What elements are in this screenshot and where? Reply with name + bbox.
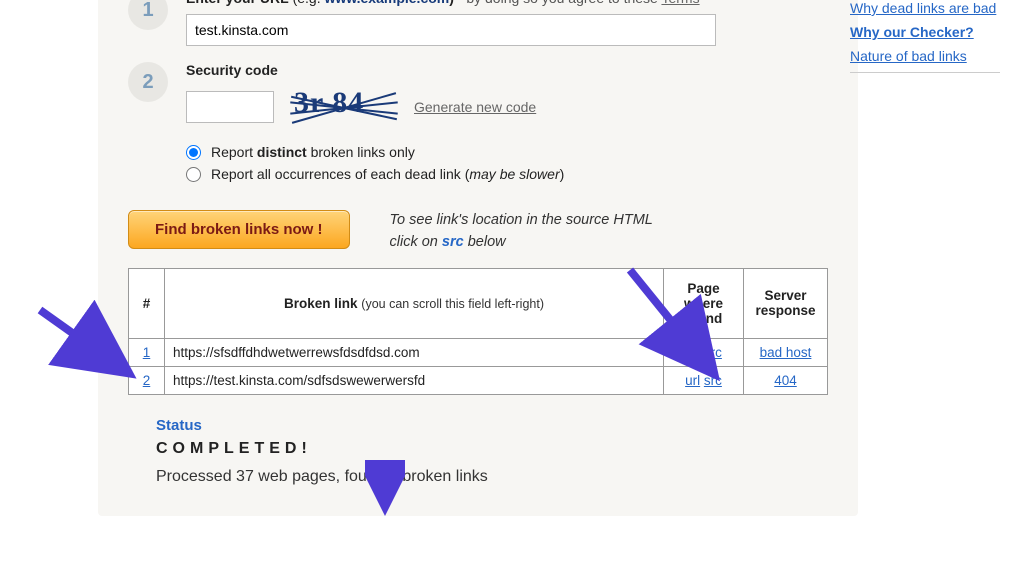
broken-url-cell: https://test.kinsta.com/sdfsdswewerwersf… (165, 366, 664, 394)
page-url-link[interactable]: url (685, 345, 700, 360)
url-field-label: Enter your URL (e.g. www.example.com) - … (186, 0, 828, 6)
table-header-row: # Broken link (you can scroll this field… (129, 268, 828, 338)
col-num: # (129, 268, 165, 338)
sidebar-divider (850, 72, 1000, 73)
table-row: 2 https://test.kinsta.com/sdfsdswewerwer… (129, 366, 828, 394)
sidebar-link-nature[interactable]: Nature of bad links (850, 48, 1000, 64)
row-num-link[interactable]: 2 (143, 373, 151, 388)
response-link[interactable]: bad host (760, 345, 812, 360)
col-page: Page where found (664, 268, 744, 338)
action-row: Find broken links now ! To see link's lo… (128, 210, 828, 254)
terms-link[interactable]: Terms (661, 0, 699, 6)
radio-all-row[interactable]: Report all occurrences of each dead link… (186, 166, 828, 182)
main-form-panel: 1 Enter your URL (e.g. www.example.com) … (98, 0, 858, 516)
page-src-link[interactable]: src (704, 345, 722, 360)
radio-all[interactable] (186, 167, 201, 182)
table-row: 1 https://sfsdffdhdwetwerrewsfdsdfdsd.co… (129, 338, 828, 366)
radio-distinct-row[interactable]: Report distinct broken links only (186, 144, 828, 160)
status-result: Processed 37 web pages, found 2 broken l… (156, 468, 828, 486)
response-link[interactable]: 404 (774, 373, 797, 388)
page-src-link[interactable]: src (704, 373, 722, 388)
col-resp: Server response (744, 268, 828, 338)
src-hint-text: To see link's location in the source HTM… (390, 210, 653, 254)
row-num-link[interactable]: 1 (143, 345, 151, 360)
step-1-badge: 1 (128, 0, 168, 30)
status-completed: COMPLETED! (156, 440, 828, 458)
sidebar-link-checker[interactable]: Why our Checker? (850, 24, 1000, 40)
results-table: # Broken link (you can scroll this field… (128, 268, 828, 395)
step-1-row: 1 Enter your URL (e.g. www.example.com) … (128, 0, 828, 46)
url-input[interactable] (186, 14, 716, 46)
col-broken: Broken link (you can scroll this field l… (165, 268, 664, 338)
radio-distinct[interactable] (186, 145, 201, 160)
broken-url-cell: https://sfsdffdhdwetwerrewsfdsdfdsd.com (165, 338, 664, 366)
step-2-badge: 2 (128, 62, 168, 102)
find-links-button[interactable]: Find broken links now ! (128, 210, 350, 249)
generate-code-link[interactable]: Generate new code (414, 99, 536, 115)
sidebar-link-bad[interactable]: Why dead links are bad (850, 0, 1000, 16)
captcha-image: 3r 84 (294, 86, 394, 128)
status-label: Status (156, 417, 828, 434)
sidebar-links: Why dead links are bad Why our Checker? … (850, 0, 1000, 73)
status-block: Status COMPLETED! Processed 37 web pages… (156, 417, 828, 486)
security-code-input[interactable] (186, 91, 274, 123)
report-options: Report distinct broken links only Report… (186, 144, 828, 182)
security-code-label: Security code (186, 62, 828, 78)
step-2-row: 2 Security code 3r 84 Generate new code (128, 62, 828, 128)
page-url-link[interactable]: url (685, 373, 700, 388)
